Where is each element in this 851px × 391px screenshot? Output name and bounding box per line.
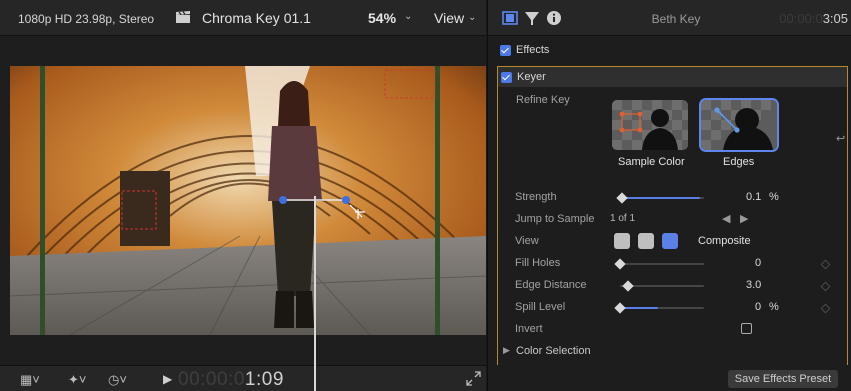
invert-label: Invert <box>515 323 543 335</box>
edges-button[interactable] <box>701 100 777 150</box>
arrow-left-icon[interactable]: ◀ <box>722 212 730 225</box>
strength-slider-fill <box>620 197 700 199</box>
color-selection-label[interactable]: Color Selection <box>516 345 591 357</box>
fullscreen-icon[interactable] <box>466 371 481 386</box>
effects-label: Effects <box>516 44 550 56</box>
disclosure-triangle-icon[interactable]: ▶ <box>503 345 510 356</box>
fill-holes-label: Fill Holes <box>515 257 561 269</box>
spill-level-unit: % <box>769 301 779 313</box>
zoom-menu[interactable]: 54% <box>368 10 396 26</box>
chevron-down-icon[interactable]: ⌄ <box>468 12 476 23</box>
format-label: 1080p HD 23.98p, Stereo <box>18 12 155 26</box>
edge-distance-label: Edge Distance <box>515 279 587 291</box>
sample-color-icon <box>612 100 688 150</box>
jump-to-sample-value: 1 of 1 <box>610 213 636 224</box>
video-frame <box>10 66 486 335</box>
strength-value[interactable]: 0.1 <box>746 191 761 203</box>
viewer: 1080p HD 23.98p, Stereo Chroma Key 01.1 … <box>0 0 486 391</box>
viewer-bottom-bar: ▦˅ ✦˅ ◷˅ ▶ 00:00:01:09 <box>0 365 486 391</box>
view-source-button[interactable] <box>614 233 630 249</box>
filter-icon[interactable] <box>524 10 540 26</box>
viewer-timecode: 00:00:01:09 <box>178 369 284 390</box>
inspector-clip-name: Beth Key <box>651 12 701 26</box>
inspector-header: Beth Key 00:00:03:05 <box>488 0 851 36</box>
invert-checkbox[interactable] <box>741 323 752 334</box>
video-canvas[interactable] <box>10 66 486 335</box>
play-icon[interactable]: ▶ <box>163 372 172 386</box>
effects-icon[interactable]: ✦˅ <box>68 372 86 388</box>
keyer-checkbox[interactable] <box>501 72 512 83</box>
reset-icon[interactable]: ↩ <box>836 132 845 145</box>
spill-level-value[interactable]: 0 <box>755 301 761 313</box>
speed-icon[interactable]: ◷˅ <box>108 372 127 388</box>
transform-icon[interactable]: ▦˅ <box>20 372 40 388</box>
fill-holes-slider-track[interactable] <box>620 263 704 265</box>
playhead[interactable] <box>314 196 316 391</box>
save-effects-preset-button[interactable]: Save Effects Preset <box>728 370 838 388</box>
fill-holes-value[interactable]: 0 <box>755 257 761 269</box>
edge-distance-value[interactable]: 3.0 <box>746 279 761 291</box>
chevron-down-icon[interactable]: ⌄ <box>404 11 412 22</box>
strength-unit: % <box>769 191 779 203</box>
inspector-timecode: 00:00:03:05 <box>779 11 848 26</box>
view-value: Composite <box>698 235 751 247</box>
arrow-right-icon[interactable]: ▶ <box>740 212 748 225</box>
strength-label: Strength <box>515 191 557 203</box>
spill-level-label: Spill Level <box>515 301 566 313</box>
film-icon[interactable] <box>502 10 518 26</box>
refine-key-label: Refine Key <box>516 94 570 106</box>
inspector: Beth Key 00:00:03:05 Effects Keyer Refin… <box>487 0 851 391</box>
edges-icon <box>701 100 777 150</box>
view-label: View <box>515 235 539 247</box>
view-menu[interactable]: View <box>434 10 464 26</box>
sample-color-button[interactable] <box>612 100 688 150</box>
jump-to-sample-label: Jump to Sample <box>515 213 595 225</box>
sample-color-label: Sample Color <box>618 156 685 168</box>
info-icon[interactable] <box>546 10 562 26</box>
clip-title[interactable]: Chroma Key 01.1 <box>202 10 311 26</box>
view-matte-button[interactable] <box>638 233 654 249</box>
clapper-icon <box>176 11 190 23</box>
keyer-label: Keyer <box>517 71 546 83</box>
edges-label: Edges <box>723 156 755 168</box>
viewer-toolbar: 1080p HD 23.98p, Stereo Chroma Key 01.1 … <box>0 0 486 36</box>
effects-row: Effects <box>488 40 851 62</box>
view-composite-button[interactable] <box>662 233 678 249</box>
keyer-header[interactable]: Keyer <box>498 67 847 87</box>
effects-checkbox[interactable] <box>500 45 511 56</box>
